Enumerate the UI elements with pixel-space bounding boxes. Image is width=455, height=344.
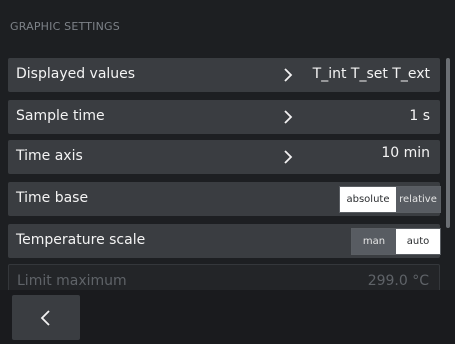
chevron-right-icon (284, 110, 293, 124)
limit-maximum-value: 299.0 °C (367, 273, 429, 289)
time-axis-label: Time axis (16, 148, 83, 164)
temperature-scale-auto-option[interactable]: auto (396, 229, 440, 254)
time-base-label: Time base (16, 190, 89, 206)
back-button[interactable] (12, 295, 80, 340)
temperature-scale-man-option[interactable]: man (352, 229, 396, 254)
sample-time-label: Sample time (16, 108, 105, 124)
time-axis-value: 10 min (381, 145, 430, 161)
limit-maximum-label: Limit maximum (17, 273, 127, 289)
scrollbar[interactable] (446, 58, 450, 228)
graphic-settings-screen: GRAPHIC SETTINGS Displayed values T_int … (0, 0, 455, 344)
temperature-scale-toggle: man auto (351, 228, 441, 255)
chevron-right-icon (284, 150, 293, 164)
time-base-row: Time base absolute relative (8, 182, 441, 216)
time-base-absolute-option[interactable]: absolute (340, 187, 396, 212)
temperature-scale-row: Temperature scale man auto (8, 224, 441, 258)
page-title: GRAPHIC SETTINGS (10, 20, 120, 33)
time-base-relative-option[interactable]: relative (396, 187, 440, 212)
sample-time-row[interactable]: Sample time 1 s (8, 100, 440, 134)
temperature-scale-label: Temperature scale (16, 232, 146, 248)
time-base-toggle: absolute relative (339, 186, 441, 213)
displayed-values-row[interactable]: Displayed values T_int T_set T_ext (8, 58, 440, 92)
chevron-right-icon (284, 68, 293, 82)
sample-time-value: 1 s (409, 108, 430, 124)
time-axis-row[interactable]: Time axis 10 min (8, 140, 440, 174)
displayed-values-value: T_int T_set T_ext (312, 66, 430, 82)
chevron-left-icon (40, 310, 50, 326)
displayed-values-label: Displayed values (16, 66, 136, 82)
